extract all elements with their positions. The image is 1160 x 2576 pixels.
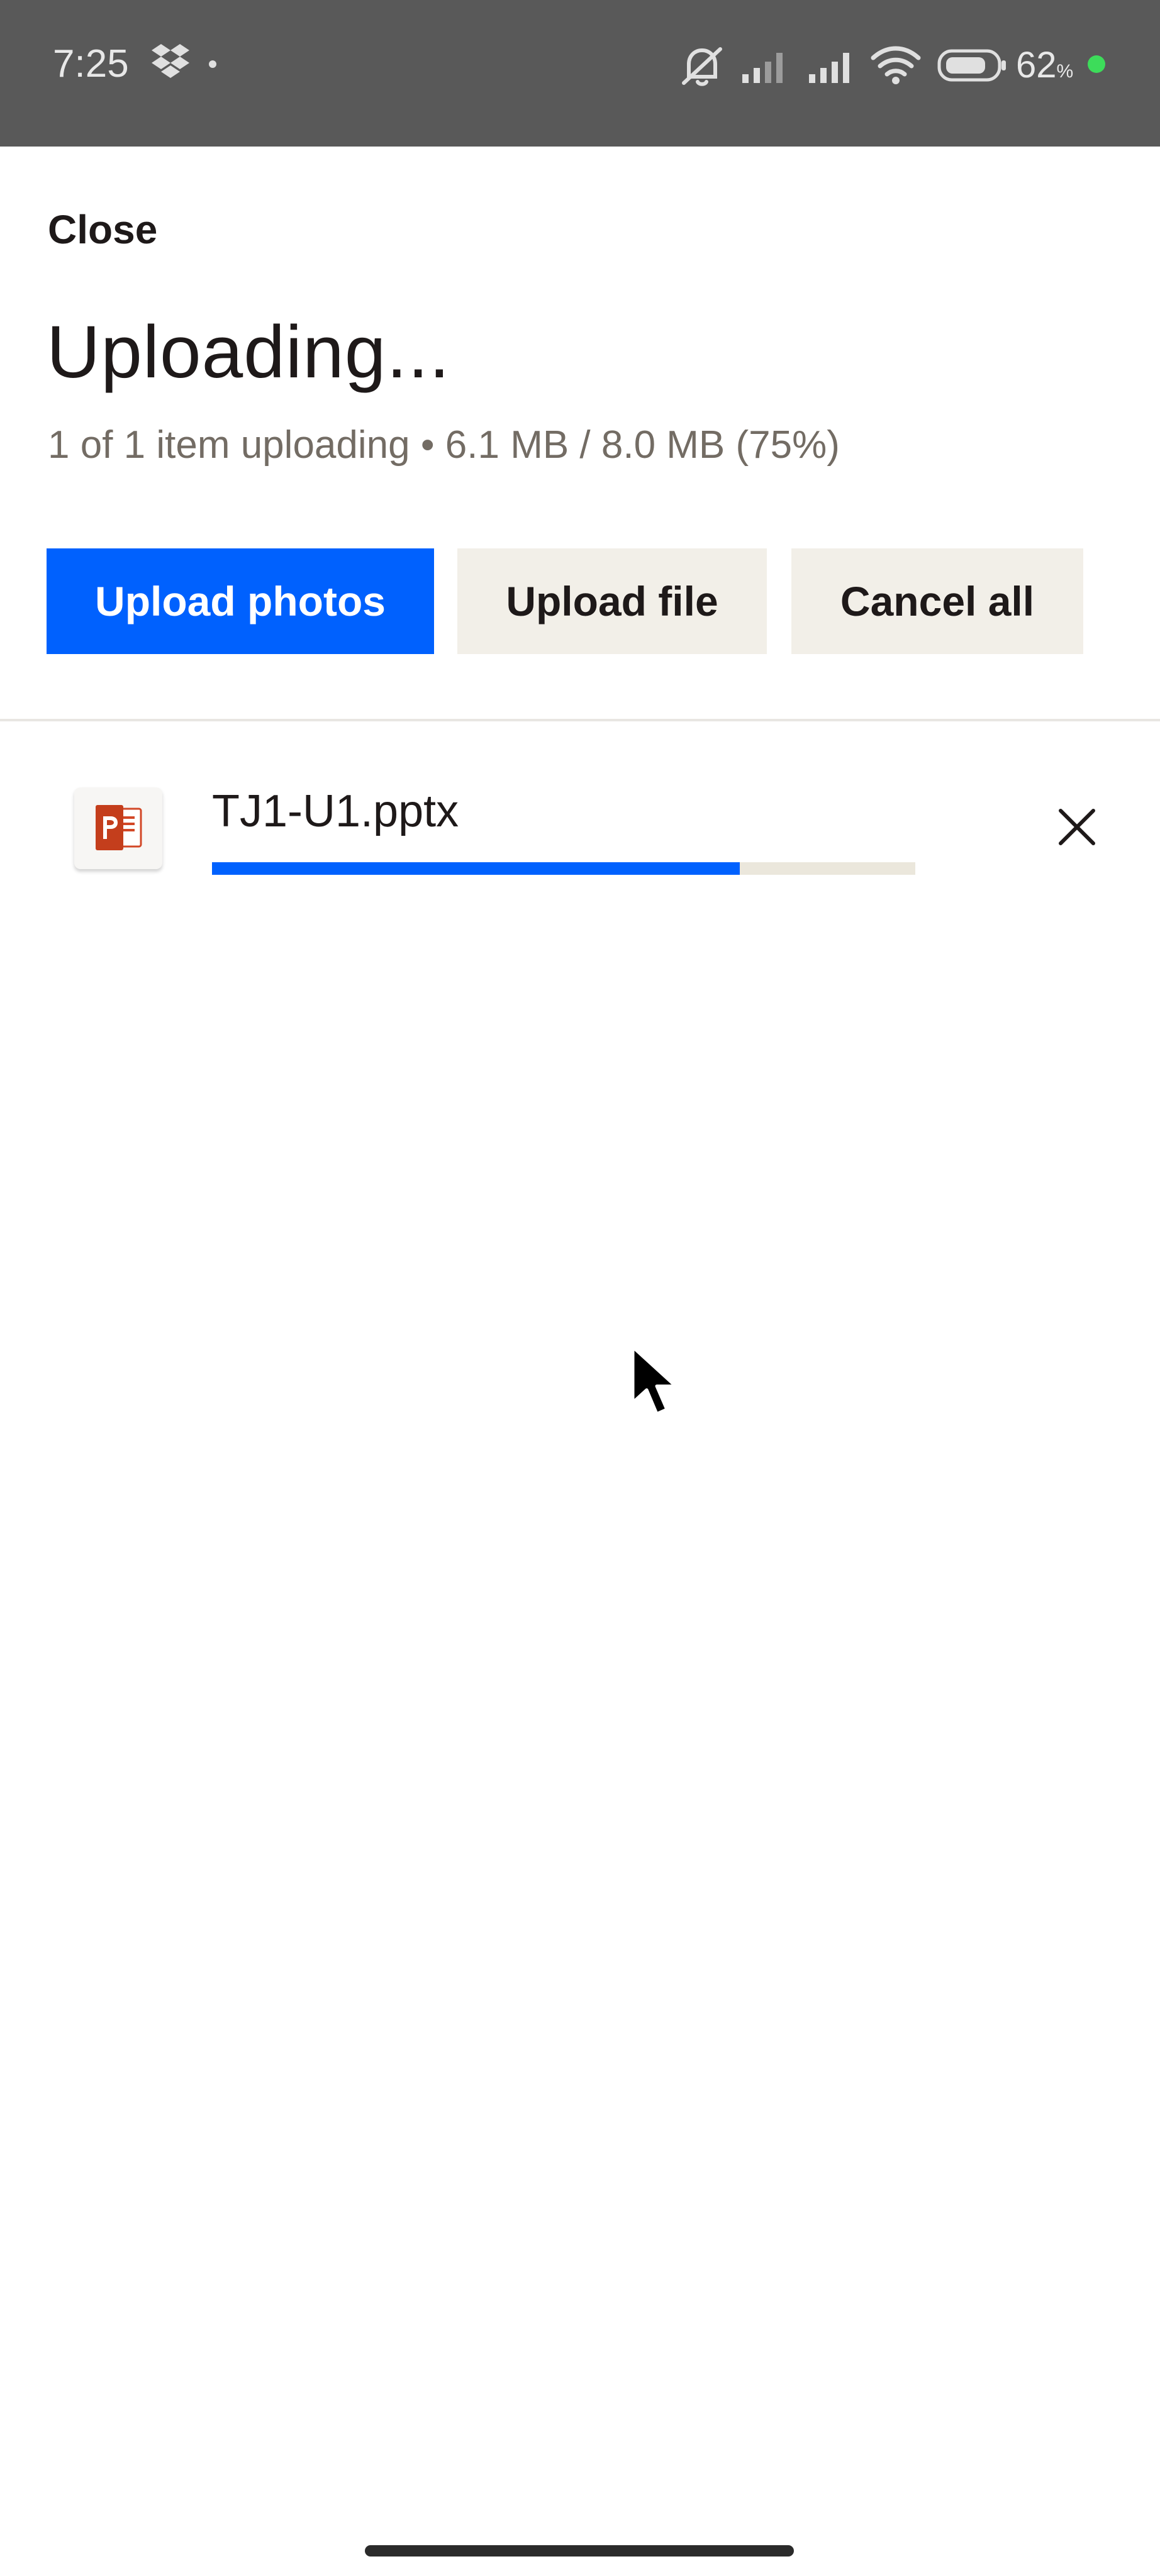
upload-file-button[interactable]: Upload file — [457, 548, 767, 654]
battery-icon — [937, 49, 1006, 82]
file-name: TJ1-U1.pptx — [212, 786, 459, 836]
upload-list-item: TJ1-U1.pptx — [0, 742, 1160, 899]
status-time: 7:25 — [53, 42, 129, 86]
upload-photos-button[interactable]: Upload photos — [47, 548, 434, 654]
close-icon[interactable] — [1052, 802, 1102, 852]
silent-bell-icon — [682, 47, 722, 86]
upload-screen: 7:25 62% Close Uploading... 1 of 1 item … — [0, 0, 1160, 2576]
battery-unit: % — [1056, 61, 1074, 82]
signal-icon — [809, 53, 849, 83]
upload-summary: 1 of 1 item uploading • 6.1 MB / 8.0 MB … — [48, 423, 840, 467]
wifi-icon — [871, 46, 921, 84]
status-bar: 7:25 62% — [0, 0, 1160, 147]
notification-dot — [209, 60, 216, 68]
powerpoint-icon — [96, 805, 142, 850]
signal-icon — [742, 53, 783, 83]
upload-progress-fill — [212, 862, 740, 875]
page-title: Uploading... — [47, 311, 450, 394]
close-button[interactable]: Close — [48, 204, 157, 255]
mouse-pointer-icon — [631, 1345, 678, 1416]
divider — [0, 719, 1160, 721]
battery-level: 62% — [1016, 45, 1074, 86]
powerpoint-file-icon — [74, 787, 162, 869]
cancel-all-button[interactable]: Cancel all — [791, 548, 1083, 654]
upload-progress-bar — [212, 862, 915, 875]
home-indicator[interactable] — [365, 2545, 794, 2557]
dropbox-icon — [152, 44, 189, 78]
charging-dot — [1088, 55, 1105, 73]
